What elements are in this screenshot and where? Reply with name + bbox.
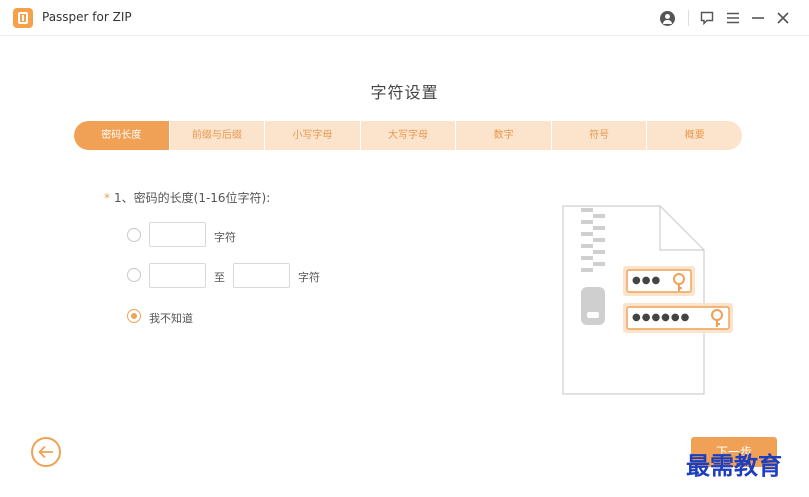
tab-digits[interactable]: 数字 <box>456 121 552 150</box>
range-max-input[interactable] <box>233 263 290 288</box>
passper-zip-logo-icon <box>13 8 33 28</box>
user-account-icon[interactable] <box>657 8 677 28</box>
question-text: 1、密码的长度(1-16位字符): <box>114 191 271 205</box>
question-label: * 1、密码的长度(1-16位字符): <box>104 189 270 206</box>
title-bar-divider <box>688 10 689 26</box>
range-min-input[interactable] <box>149 263 206 288</box>
tab-symbols[interactable]: 符号 <box>552 121 648 150</box>
exact-length-input[interactable] <box>149 222 206 247</box>
close-icon[interactable] <box>773 8 793 28</box>
watermark: 最需教育 <box>686 451 782 480</box>
feedback-icon[interactable] <box>697 8 717 28</box>
menu-icon[interactable] <box>723 8 743 28</box>
required-mark: * <box>104 191 110 205</box>
app-title: Passper for ZIP <box>42 10 132 24</box>
title-bar: Passper for ZIP <box>0 0 809 36</box>
short-password-mask: ●●● <box>632 275 662 286</box>
step-tabs: 密码长度 前缀与后缀 小写字母 大写字母 数字 符号 概要 <box>74 121 742 150</box>
page-title: 字符设置 <box>370 83 439 102</box>
zip-file-with-keys-icon: ●●● ●●●●●● <box>555 205 740 395</box>
tab-summary[interactable]: 概要 <box>647 121 742 150</box>
tab-prefix-suffix[interactable]: 前缀与后缀 <box>170 121 266 150</box>
back-button[interactable] <box>31 437 61 467</box>
arrow-left-icon <box>38 445 53 459</box>
tab-lowercase[interactable]: 小写字母 <box>265 121 361 150</box>
range-unit: 字符 <box>298 271 320 284</box>
long-password-mask: ●●●●●● <box>632 312 691 323</box>
range-connector: 至 <box>214 271 225 284</box>
radio-length-range[interactable] <box>127 268 141 282</box>
radio-exact-length[interactable] <box>127 228 141 242</box>
exact-length-unit: 字符 <box>214 231 236 244</box>
tab-uppercase[interactable]: 大写字母 <box>361 121 457 150</box>
minimize-icon[interactable] <box>748 8 768 28</box>
tab-password-length[interactable]: 密码长度 <box>74 121 170 150</box>
radio-unknown-length[interactable] <box>127 309 141 323</box>
unknown-length-label[interactable]: 我不知道 <box>149 310 193 326</box>
